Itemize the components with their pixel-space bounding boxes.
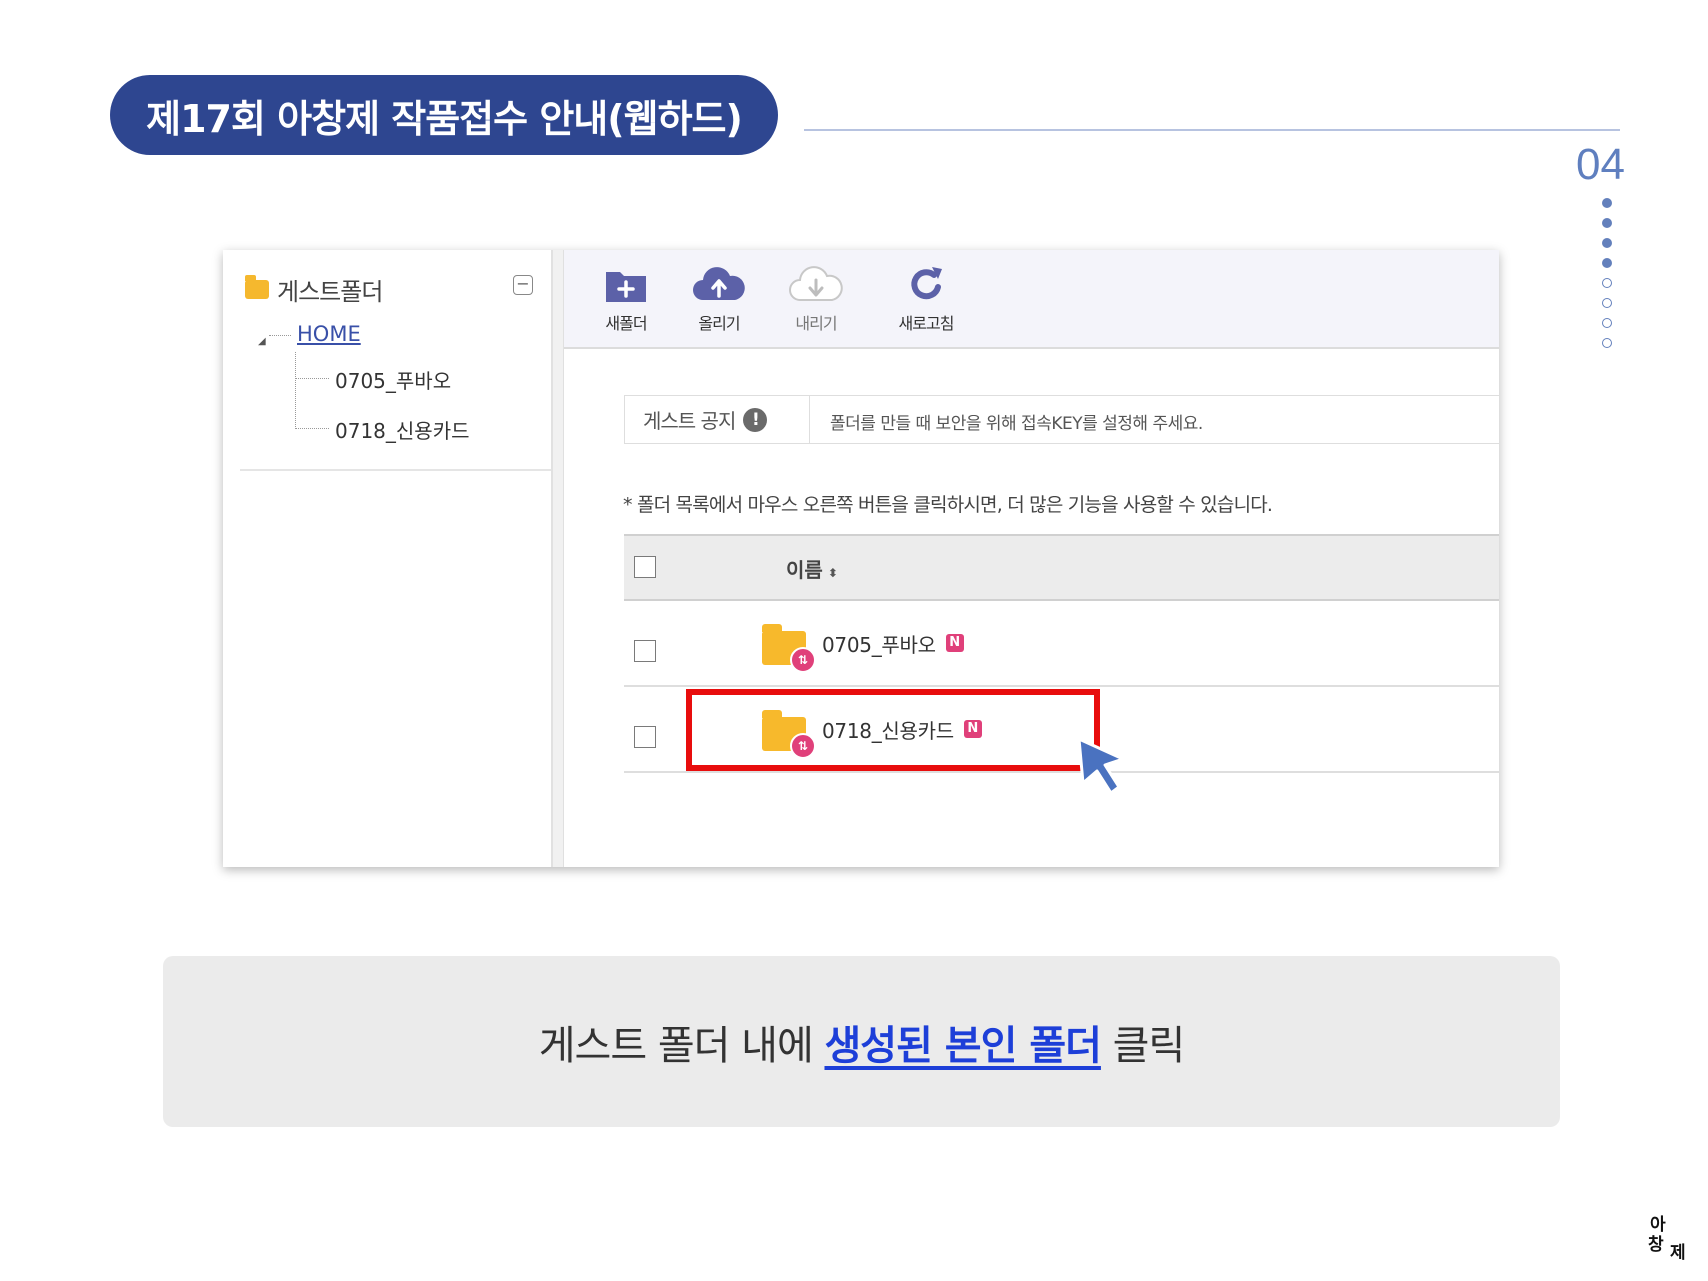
- progress-dot: [1602, 338, 1612, 348]
- info-alert-icon: !: [743, 407, 768, 432]
- refresh-icon: [876, 264, 976, 306]
- context-menu-hint: * 폴더 목록에서 마우스 오른쪽 버튼을 클릭하시면, 더 많은 기능을 사용…: [623, 494, 1273, 516]
- notice-text: 폴더를 만들 때 보안을 위해 접속KEY를 설정해 주세요.: [830, 414, 1203, 434]
- row-checkbox[interactable]: [634, 726, 656, 748]
- refresh-button[interactable]: 새로고침: [876, 264, 976, 334]
- table-header: 이름 ⬍: [624, 534, 1499, 601]
- tree-item-folder[interactable]: 0705_푸바오: [335, 365, 451, 394]
- new-folder-icon: [591, 264, 661, 306]
- caption-after: 클릭: [1100, 1022, 1186, 1069]
- achangje-logo: 아 창 제: [1648, 1210, 1694, 1263]
- new-folder-button[interactable]: 새폴더: [591, 264, 661, 334]
- new-folder-label: 새폴더: [605, 314, 647, 333]
- tree-home-link[interactable]: HOME: [297, 322, 361, 346]
- caption: 게스트 폴더 내에 생성된 본인 폴더 클릭: [538, 1013, 1186, 1071]
- pane-splitter[interactable]: [553, 250, 564, 867]
- webhard-screenshot: 게스트폴더 − ◢ HOME 0705_푸바오 0718_신용카드 새폴더 올리…: [223, 250, 1499, 867]
- table-row[interactable]: ⇅ 0705_푸바오 N: [624, 601, 1499, 687]
- refresh-label: 새로고침: [898, 314, 955, 333]
- download-label: 내리기: [795, 314, 837, 333]
- sort-icon[interactable]: ⬍: [828, 566, 838, 580]
- mouse-cursor-icon: [1075, 735, 1133, 801]
- caption-before: 게스트 폴더 내에: [538, 1022, 825, 1069]
- svg-text:창: 창: [1648, 1235, 1664, 1255]
- guest-notice: 게스트 공지 ! 폴더를 만들 때 보안을 위해 접속KEY를 설정해 주세요.: [624, 395, 1499, 444]
- progress-dot: [1602, 258, 1612, 268]
- row-checkbox[interactable]: [634, 640, 656, 662]
- upload-button[interactable]: 올리기: [684, 264, 754, 334]
- tree-header: 게스트폴더: [245, 272, 383, 307]
- svg-text:아: 아: [1650, 1215, 1666, 1235]
- name-column-label: 이름: [786, 558, 823, 582]
- progress-dots: [1602, 198, 1616, 358]
- svg-text:제: 제: [1670, 1243, 1686, 1260]
- progress-dot: [1602, 278, 1612, 288]
- folder-icon: [245, 275, 269, 299]
- collapse-tree-button[interactable]: −: [513, 275, 533, 295]
- expand-arrow-icon[interactable]: ◢: [258, 336, 266, 347]
- folder-tree: 게스트폴더 − ◢ HOME 0705_푸바오 0718_신용카드: [223, 250, 553, 867]
- download-button[interactable]: 내리기: [781, 264, 851, 334]
- progress-dot: [1602, 218, 1612, 228]
- download-cloud-icon: [781, 264, 851, 306]
- tree-title: 게스트폴더: [277, 278, 383, 306]
- tree-divider: [240, 469, 551, 471]
- tree-connector: [295, 378, 329, 379]
- notice-label-text: 게스트 공지: [643, 409, 736, 433]
- tree-connector: [295, 428, 329, 429]
- share-badge-icon: ⇅: [790, 647, 816, 673]
- caption-emphasis: 생성된 본인 폴더: [824, 1022, 1101, 1069]
- shared-folder-icon: ⇅: [762, 624, 816, 673]
- slide-title: 제17회 아창제 작품접수 안내(웹하드): [110, 75, 778, 155]
- header-rule: [804, 129, 1620, 131]
- upload-label: 올리기: [698, 314, 740, 333]
- progress-dot: [1602, 198, 1612, 208]
- toolbar: 새폴더 올리기 내리기 새로고침: [564, 250, 1499, 349]
- notice-label: 게스트 공지 !: [625, 396, 810, 443]
- progress-dot: [1602, 298, 1612, 308]
- progress-dot: [1602, 318, 1612, 328]
- page-number: 04: [1576, 140, 1625, 189]
- tree-item-folder[interactable]: 0718_신용카드: [335, 415, 470, 444]
- name-column-header[interactable]: 이름 ⬍: [786, 554, 838, 583]
- caption-box: 게스트 폴더 내에 생성된 본인 폴더 클릭: [163, 956, 1560, 1127]
- tree-connector: [295, 352, 296, 429]
- file-cell[interactable]: ⇅ 0705_푸바오 N: [762, 621, 964, 673]
- highlight-box: [686, 689, 1100, 771]
- progress-dot: [1602, 238, 1612, 248]
- new-badge: N: [945, 634, 964, 652]
- folder-name[interactable]: 0705_푸바오: [822, 629, 936, 658]
- select-all-checkbox[interactable]: [634, 556, 656, 578]
- upload-cloud-icon: [684, 264, 754, 306]
- tree-connector: [269, 335, 291, 336]
